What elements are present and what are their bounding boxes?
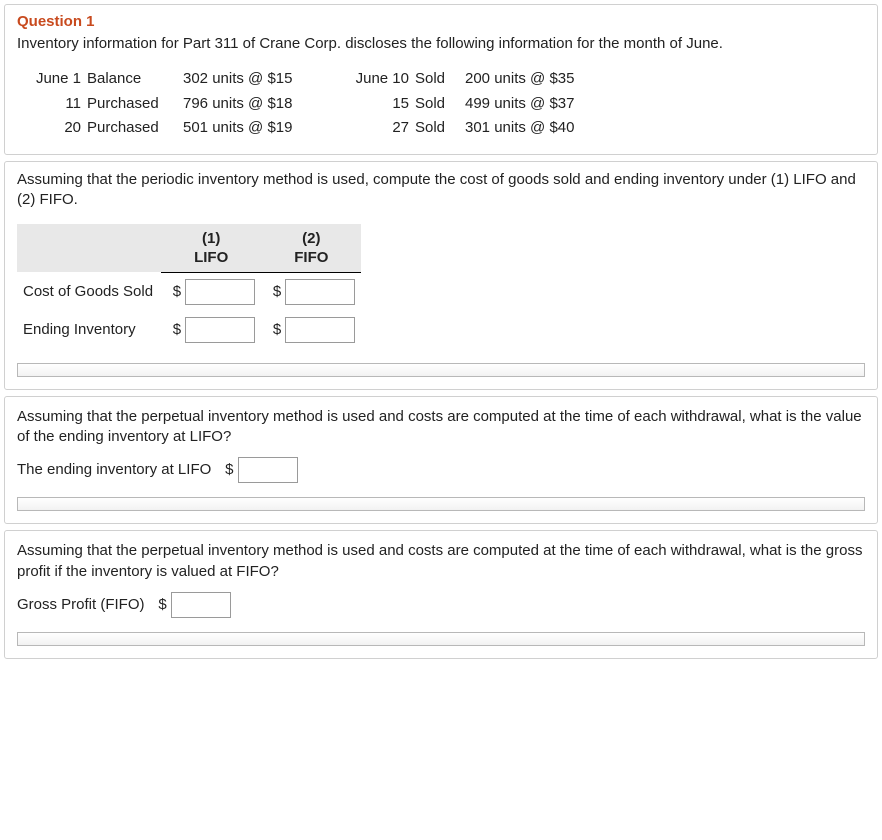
tx-type-left: Purchased: [87, 117, 183, 140]
input-endinv-perpetual-lifo[interactable]: [238, 457, 298, 483]
tx-date-left: 11: [17, 93, 87, 116]
question-intro: Inventory information for Part 311 of Cr…: [17, 34, 865, 54]
tx-value-right: 200 units @ $35: [465, 68, 635, 91]
part2-instructions: Assuming that the perpetual inventory me…: [17, 407, 865, 448]
part3-instructions: Assuming that the perpetual inventory me…: [17, 541, 865, 582]
input-cogs-fifo[interactable]: [285, 279, 355, 305]
col-header-lifo: (1)LIFO: [161, 224, 261, 272]
tx-date-left: June 1: [17, 68, 87, 91]
dollar-sign: $: [167, 321, 181, 338]
lifo-fifo-table: (1)LIFO (2)FIFO Cost of Goods Sold $ $ E…: [17, 224, 361, 349]
row-cogs-label: Cost of Goods Sold: [17, 272, 161, 311]
part1-panel: Assuming that the periodic inventory met…: [4, 161, 878, 390]
tx-date-right: 27: [333, 117, 415, 140]
transactions-block: June 1 Balance 302 units @ $15 June 10 S…: [17, 68, 865, 140]
cell-cogs-lifo: $: [161, 272, 261, 311]
tx-value-left: 796 units @ $18: [183, 93, 333, 116]
question-panel: Question 1 Inventory information for Par…: [4, 4, 878, 155]
row-endinv-label: Ending Inventory: [17, 311, 161, 349]
transaction-row: 11 Purchased 796 units @ $18 15 Sold 499…: [17, 93, 865, 116]
dollar-sign: $: [153, 596, 167, 613]
dollar-sign: $: [267, 321, 281, 338]
tx-date-right: June 10: [333, 68, 415, 91]
tx-type-left: Purchased: [87, 93, 183, 116]
transaction-row: June 1 Balance 302 units @ $15 June 10 S…: [17, 68, 865, 91]
col-header-fifo: (2)FIFO: [261, 224, 361, 272]
part3-panel: Assuming that the perpetual inventory me…: [4, 530, 878, 659]
tx-date-left: 20: [17, 117, 87, 140]
section-bar: [17, 497, 865, 511]
dollar-sign: $: [219, 461, 233, 478]
input-endinv-fifo[interactable]: [285, 317, 355, 343]
dollar-sign: $: [167, 283, 181, 300]
part2-panel: Assuming that the perpetual inventory me…: [4, 396, 878, 525]
part1-instructions: Assuming that the periodic inventory met…: [17, 170, 865, 211]
tx-value-left: 501 units @ $19: [183, 117, 333, 140]
tx-type-left: Balance: [87, 68, 183, 91]
question-title: Question 1: [17, 13, 865, 30]
part3-answer-row: Gross Profit (FIFO) $: [17, 592, 865, 618]
section-bar: [17, 363, 865, 377]
cell-endinv-lifo: $: [161, 311, 261, 349]
tx-type-right: Sold: [415, 93, 465, 116]
tx-value-left: 302 units @ $15: [183, 68, 333, 91]
input-cogs-lifo[interactable]: [185, 279, 255, 305]
part2-label: The ending inventory at LIFO: [17, 461, 211, 478]
tx-date-right: 15: [333, 93, 415, 116]
dollar-sign: $: [267, 283, 281, 300]
cell-endinv-fifo: $: [261, 311, 361, 349]
part2-answer-row: The ending inventory at LIFO $: [17, 457, 865, 483]
section-bar: [17, 632, 865, 646]
part3-label: Gross Profit (FIFO): [17, 596, 145, 613]
input-endinv-lifo[interactable]: [185, 317, 255, 343]
tx-type-right: Sold: [415, 117, 465, 140]
tx-value-right: 301 units @ $40: [465, 117, 635, 140]
cell-cogs-fifo: $: [261, 272, 361, 311]
table-corner: [17, 224, 161, 272]
tx-value-right: 499 units @ $37: [465, 93, 635, 116]
transaction-row: 20 Purchased 501 units @ $19 27 Sold 301…: [17, 117, 865, 140]
tx-type-right: Sold: [415, 68, 465, 91]
input-gross-profit-fifo[interactable]: [171, 592, 231, 618]
